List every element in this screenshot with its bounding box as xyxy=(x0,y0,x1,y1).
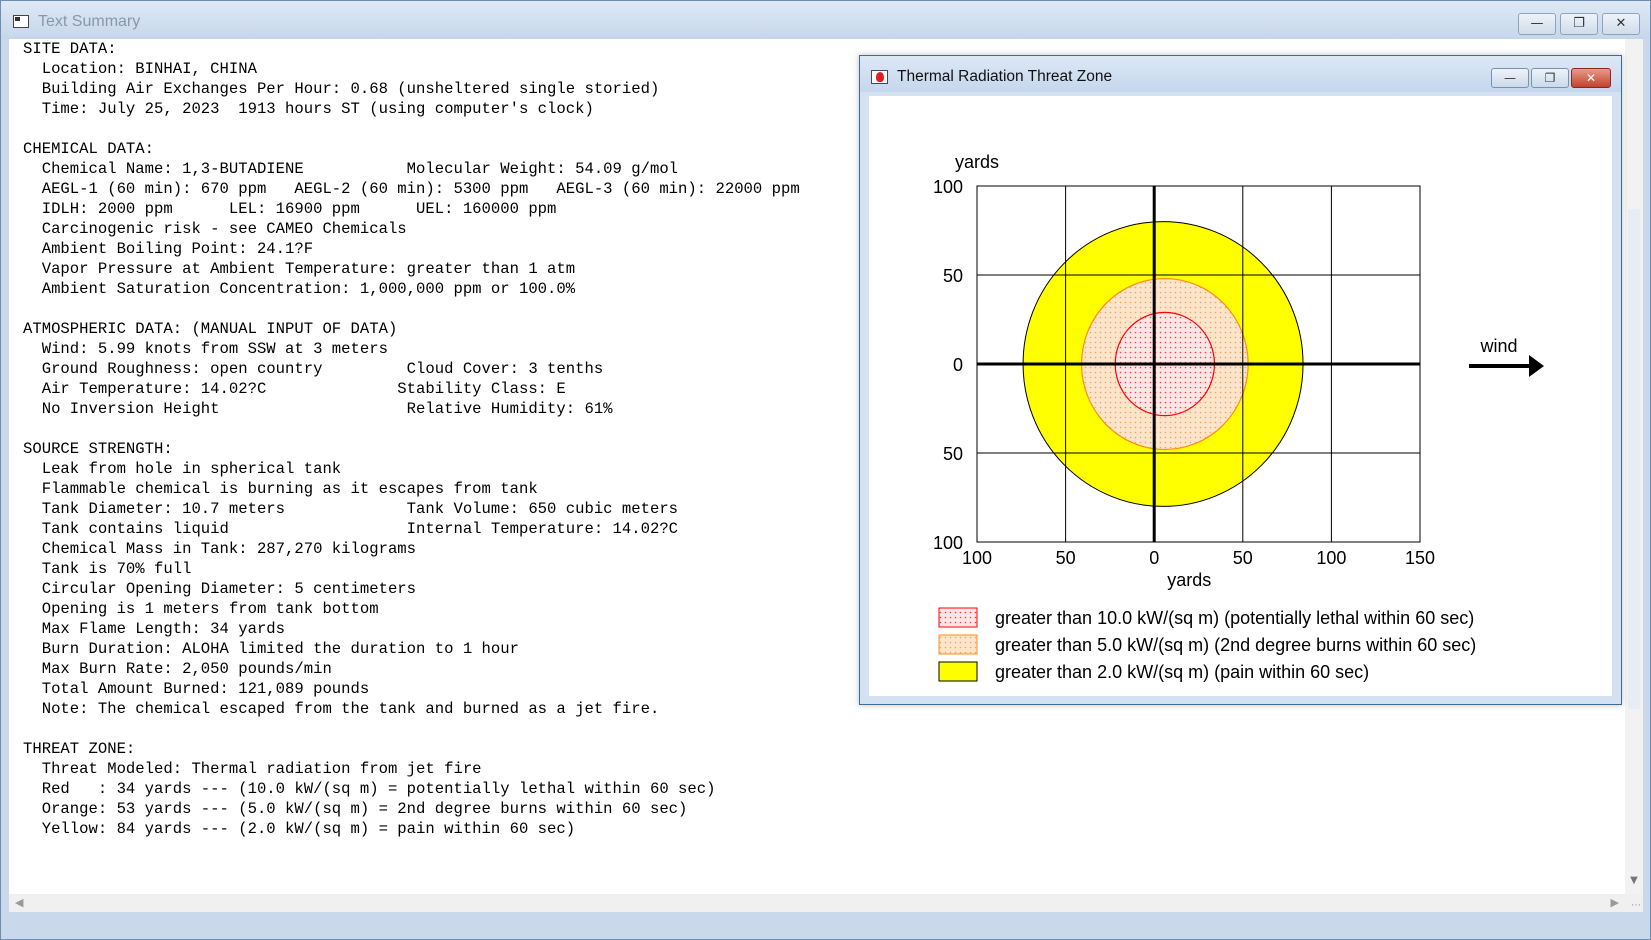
summary-line: Location: BINHAI, CHINA xyxy=(23,60,257,78)
x-tick-label: 50 xyxy=(1056,548,1076,568)
summary-line xyxy=(23,419,800,439)
summary-line: ATMOSPHERIC DATA: (MANUAL INPUT OF DATA) xyxy=(23,320,398,338)
summary-line: Orange: 53 yards --- (5.0 kW/(sq m) = 2n… xyxy=(23,800,688,818)
x-axis-label: yards xyxy=(1167,570,1211,590)
summary-line: AEGL-1 (60 min): 670 ppm AEGL-2 (60 min)… xyxy=(23,180,800,198)
legend-swatch-red xyxy=(938,607,978,628)
summary-line: Yellow: 84 yards --- (2.0 kW/(sq m) = pa… xyxy=(23,820,576,838)
summary-line: Tank is 70% full xyxy=(23,560,192,578)
scroll-right-arrow-icon[interactable]: ▶ xyxy=(1611,896,1619,909)
window-title: Text Summary xyxy=(38,13,141,30)
x-tick-label: 150 xyxy=(1405,548,1435,568)
summary-line: Air Temperature: 14.02?C Stability Class… xyxy=(23,380,566,398)
summary-line: SOURCE STRENGTH: xyxy=(23,440,173,458)
summary-line: THREAT ZONE: xyxy=(23,740,136,758)
summary-line: Red : 34 yards --- (10.0 kW/(sq m) = pot… xyxy=(23,780,716,798)
summary-line: Ambient Saturation Concentration: 1,000,… xyxy=(23,280,576,298)
legend-swatch-orange xyxy=(938,634,978,655)
summary-line: Chemical Name: 1,3-BUTADIENE Molecular W… xyxy=(23,160,679,178)
threat-title-bar[interactable]: Thermal Radiation Threat Zone — ❐ ✕ xyxy=(860,56,1621,92)
close-button[interactable]: ✕ xyxy=(1602,13,1640,35)
summary-line: Burn Duration: ALOHA limited the duratio… xyxy=(23,640,519,658)
summary-line: Building Air Exchanges Per Hour: 0.68 (u… xyxy=(23,80,660,98)
threat-window-title: Thermal Radiation Threat Zone xyxy=(897,68,1113,85)
resize-grip-icon[interactable]: ⋯ xyxy=(1631,900,1641,911)
summary-text: SITE DATA: Location: BINHAI, CHINA Build… xyxy=(23,39,800,839)
summary-line: Wind: 5.99 knots from SSW at 3 meters xyxy=(23,340,388,358)
summary-line: Circular Opening Diameter: 5 centimeters xyxy=(23,580,417,598)
title-bar[interactable]: Text Summary — ❐ ✕ xyxy=(1,1,1650,39)
summary-line: Tank contains liquid Internal Temperatur… xyxy=(23,520,679,538)
flame-icon[interactable] xyxy=(871,70,888,84)
vertical-scrollbar[interactable]: ▼ xyxy=(1625,39,1643,912)
summary-line: Carcinogenic risk - see CAMEO Chemicals xyxy=(23,220,407,238)
x-tick-label: 100 xyxy=(962,548,992,568)
summary-line: Chemical Mass in Tank: 287,270 kilograms xyxy=(23,540,417,558)
summary-line: No Inversion Height Relative Humidity: 6… xyxy=(23,400,613,418)
wind-arrow-icon xyxy=(1529,355,1544,377)
threat-zone-plot: 100 50 0 50 100 150 100 50 0 50 100 yards yards wind g… xyxy=(869,96,1612,696)
app-icon[interactable] xyxy=(13,15,29,28)
scroll-left-arrow-icon[interactable]: ◀ xyxy=(15,896,23,909)
summary-line: Tank Diameter: 10.7 meters Tank Volume: … xyxy=(23,500,679,518)
minimize-button[interactable]: — xyxy=(1518,13,1556,35)
summary-line: Flammable chemical is burning as it esca… xyxy=(23,480,538,498)
summary-line: Ambient Boiling Point: 24.1?F xyxy=(23,240,314,258)
threat-close-button[interactable]: ✕ xyxy=(1571,68,1611,88)
summary-line xyxy=(23,299,800,319)
threat-minimize-button[interactable]: — xyxy=(1491,68,1529,88)
summary-line xyxy=(23,719,800,739)
summary-line: IDLH: 2000 ppm LEL: 16900 ppm UEL: 16000… xyxy=(23,200,557,218)
scrollbar-thumb[interactable] xyxy=(1628,209,1640,709)
summary-line: Opening is 1 meters from tank bottom xyxy=(23,600,379,618)
legend-label: greater than 5.0 kW/(sq m) (2nd degree b… xyxy=(995,635,1476,655)
maximize-button[interactable]: ❐ xyxy=(1560,13,1598,35)
summary-line: SITE DATA: xyxy=(23,40,117,58)
summary-line: Max Burn Rate: 2,050 pounds/min xyxy=(23,660,332,678)
y-tick-label: 100 xyxy=(933,533,963,553)
summary-line: Total Amount Burned: 121,089 pounds xyxy=(23,680,370,698)
threat-maximize-button[interactable]: ❐ xyxy=(1531,68,1569,88)
summary-line: Time: July 25, 2023 1913 hours ST (using… xyxy=(23,100,594,118)
y-tick-label: 100 xyxy=(933,177,963,197)
wind-label: wind xyxy=(1479,336,1517,356)
summary-line: Max Flame Length: 34 yards xyxy=(23,620,286,638)
threat-zone-svg: 100 50 0 50 100 150 100 50 0 50 100 yards yards wind g… xyxy=(933,152,1544,682)
x-tick-label: 0 xyxy=(1149,548,1159,568)
x-tick-label: 50 xyxy=(1233,548,1253,568)
legend-label: greater than 2.0 kW/(sq m) (pain within … xyxy=(995,662,1369,682)
summary-line: Note: The chemical escaped from the tank… xyxy=(23,700,660,718)
y-tick-label: 0 xyxy=(953,355,963,375)
y-tick-label: 50 xyxy=(943,266,963,286)
x-tick-label: 100 xyxy=(1316,548,1346,568)
summary-line: CHEMICAL DATA: xyxy=(23,140,155,158)
scroll-down-arrow-icon[interactable]: ▼ xyxy=(1625,875,1643,886)
y-tick-label: 50 xyxy=(943,444,963,464)
summary-line: Vapor Pressure at Ambient Temperature: g… xyxy=(23,260,576,278)
summary-line: Ground Roughness: open country Cloud Cov… xyxy=(23,360,604,378)
summary-line: Leak from hole in spherical tank xyxy=(23,460,342,478)
horizontal-scrollbar[interactable]: ◀ ▶ ⋯ xyxy=(9,894,1643,912)
summary-line xyxy=(23,119,800,139)
threat-zone-window: Thermal Radiation Threat Zone — ❐ ✕ 100 5… xyxy=(859,55,1622,705)
summary-line: Threat Modeled: Thermal radiation from j… xyxy=(23,760,482,778)
y-axis-label: yards xyxy=(955,152,999,172)
legend-label: greater than 10.0 kW/(sq m) (potentially… xyxy=(995,608,1474,628)
legend-swatch-yellow xyxy=(938,661,978,682)
